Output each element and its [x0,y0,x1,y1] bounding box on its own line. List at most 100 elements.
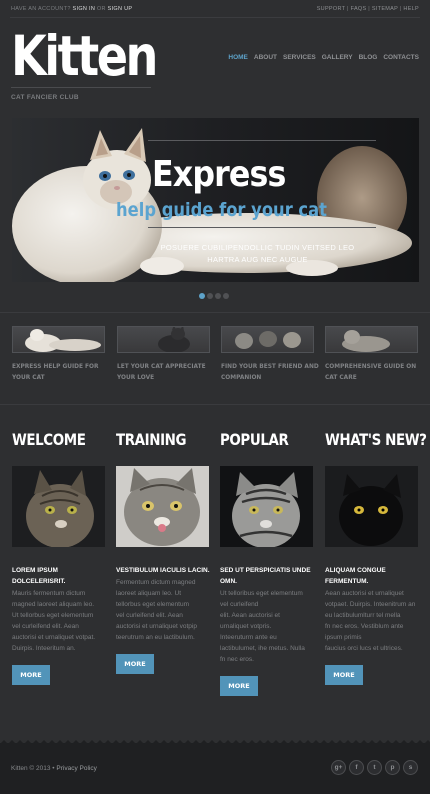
column-heading: WHAT'S NEW? [325,430,427,449]
thumbnail-image[interactable] [221,326,314,353]
site-logo[interactable]: Kitten [11,26,158,86]
sitemap-link[interactable]: SITEMAP [372,6,398,12]
nav-item-services[interactable]: SERVICES [283,54,316,61]
more-button[interactable]: MORE [12,665,50,685]
thumbnail-3[interactable]: FIND YOUR BEST FRIEND AND COMPANION [221,326,319,383]
thumbnail-1[interactable]: EXPRESS HELP GUIDE FOR YOUR CAT [12,326,105,383]
more-button[interactable]: MORE [116,654,154,674]
sign-up-link[interactable]: SIGN UP [108,6,133,12]
column-title: SED UT PERSPICIATIS UNDE OMN. [220,567,311,585]
thumbnail-image[interactable] [12,326,105,353]
caption-line: YOUR CAT [12,373,45,381]
column-heading: TRAINING [116,430,187,449]
text-line: vel curleifend elit. Aean [12,623,79,630]
page: HAVE AN ACCOUNT? SIGN IN OR SIGN UP SUPP… [0,0,430,794]
text-line: lactibulumet, ihe metus. Nulla [220,645,305,652]
skype-icon[interactable]: s [403,760,418,775]
privacy-policy-link[interactable]: Privacy Policy [56,765,96,772]
site-tagline: CAT FANCIER CLUB [11,94,79,101]
support-link[interactable]: SUPPORT [317,6,346,12]
text-line: fn nec eros. Vestiblum ante [325,623,404,630]
thumbnail-caption[interactable]: COMPREHENSIVE GUIDE ON CAT CARE [325,361,416,383]
section-divider [0,404,430,405]
text-line: auctorisi et urnaliquet votpat. [12,634,96,641]
slider-dot-3[interactable] [215,293,221,299]
caption-line: EXPRESS HELP GUIDE FOR [12,362,99,370]
thumbnail-image[interactable] [117,326,210,353]
column-photo[interactable] [12,466,105,547]
thumbnail-caption[interactable]: FIND YOUR BEST FRIEND AND COMPANION [221,361,319,383]
slide-description: POSUERE CUBILIPENDOLLIC TUDIN VEITSED LE… [110,242,405,266]
slide-subtitle: help guide for your cat [116,199,327,221]
column-photo[interactable] [325,466,418,547]
text-line: faucius orci lucs et ultrices. [325,645,403,652]
slide-title: Express [152,154,286,195]
slider-dot-1[interactable] [199,293,205,299]
text-line: ipsum primis [325,634,362,641]
top-bar: HAVE AN ACCOUNT? SIGN IN OR SIGN UP SUPP… [0,0,430,18]
column-photo[interactable] [220,466,313,547]
column-heading: POPULAR [220,430,289,449]
more-button[interactable]: MORE [220,676,258,696]
column-heading: WELCOME [12,430,86,449]
more-button[interactable]: MORE [325,665,363,685]
column-text: Ut telloribus eget elementum vel curleif… [220,588,314,665]
text-line: Duirpis. Inteeritum an. [12,645,76,652]
account-links: HAVE AN ACCOUNT? SIGN IN OR SIGN UP [11,6,132,12]
column-whats-new: WHAT'S NEW? ALIQUAM CONGUE FERMENTUM. Ae… [325,430,427,685]
utility-links: SUPPORT | FAQS | SITEMAP | HELP [316,6,419,12]
text-line: Fermentum dictum magned [116,579,196,586]
text-line: magned laoreet aliquam leo. [12,601,95,608]
thumbnail-image[interactable] [325,326,418,353]
text-line: elit. Aean auctorisi et [220,612,280,619]
text-line: urnaliquet votpris. [220,623,272,630]
slider-pagination [199,293,229,299]
faqs-link[interactable]: FAQS [351,6,367,12]
twitter-icon[interactable]: t [367,760,382,775]
slide-rule-top [148,140,376,141]
column-photo[interactable] [116,466,209,547]
caption-line: CAT CARE [325,373,357,381]
or-text: OR [96,6,106,12]
copyright: Kitten © 2013 • Privacy Policy [11,765,97,772]
nav-item-home[interactable]: HOME [228,54,248,61]
thumbnail-4[interactable]: COMPREHENSIVE GUIDE ON CAT CARE [325,326,418,383]
logo-divider [11,87,151,88]
nav-item-about[interactable]: ABOUT [254,54,277,61]
column-text: Aean auctorisi et urnaliquet votpaet. Du… [325,588,419,654]
slider-dot-2[interactable] [207,293,213,299]
text-line: vel curleifend [220,601,259,608]
nav-item-contacts[interactable]: CONTACTS [383,54,419,61]
topbar-divider [10,17,420,18]
text-line: Ut tellorbus eget elementum [12,612,94,619]
thumbnail-caption[interactable]: LET YOUR CAT APPRECIATE YOUR LOVE [117,361,206,383]
sign-in-link[interactable]: SIGN IN [73,6,96,12]
site-footer: Kitten © 2013 • Privacy Policy g+ f t p … [0,740,430,794]
help-link[interactable]: HELP [403,6,419,12]
column-title: ALIQUAM CONGUE FERMENTUM. [325,567,386,585]
google-plus-icon[interactable]: g+ [331,760,346,775]
column-title: VESTIBULUM IACULIS LACIN. [116,567,210,574]
caption-line: LET YOUR CAT APPRECIATE [117,362,206,370]
slide-text-line-2: HARTRA AUG NEC AUGUE [207,255,308,264]
column-training: TRAINING VESTIBULUM IACULIS LACIN. Ferme… [116,430,210,674]
slide-rule-bottom [148,227,376,228]
account-prompt: HAVE AN ACCOUNT? [11,6,71,12]
slide-text-line-1: POSUERE CUBILIPENDOLLIC TUDIN VEITSED LE… [160,243,355,252]
text-line: Inteeruturm ante eu [220,634,277,641]
caption-line: COMPANION [221,373,262,381]
nav-item-gallery[interactable]: GALLERY [322,54,353,61]
column-welcome: WELCOME LOREM IPSUM DOLCELERISRIT. Mauri… [12,430,106,685]
facebook-icon[interactable]: f [349,760,364,775]
thumbnail-2[interactable]: LET YOUR CAT APPRECIATE YOUR LOVE [117,326,210,383]
column-title: LOREM IPSUM DOLCELERISRIT. [12,567,66,585]
slider-dot-4[interactable] [223,293,229,299]
pinterest-icon[interactable]: p [385,760,400,775]
text-line: tellorbus eget elementum [116,601,189,608]
thumbnail-caption[interactable]: EXPRESS HELP GUIDE FOR YOUR CAT [12,361,99,383]
text-line: auctorisi et urnaliquet votpip [116,623,197,630]
social-links: g+ f t p s [331,760,418,775]
caption-line: FIND YOUR BEST FRIEND AND [221,362,319,370]
nav-item-blog[interactable]: BLOG [359,54,378,61]
text-line: Ut telloribus eget elementum [220,590,303,597]
